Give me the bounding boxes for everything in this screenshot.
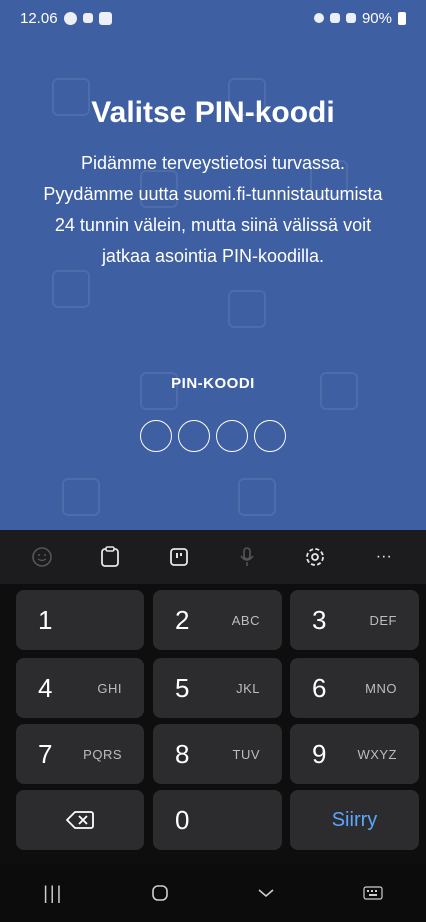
pin-digit-slot bbox=[140, 420, 172, 452]
pin-digit-slot bbox=[216, 420, 248, 452]
keyboard-switch-button[interactable] bbox=[353, 878, 393, 908]
key-6[interactable]: 6 MNO bbox=[290, 658, 419, 718]
pin-setup-screen: 12.06 90% Valitse PIN-koodi Pidämme terv… bbox=[0, 0, 426, 530]
key-digit: 7 bbox=[38, 738, 53, 769]
chevron-down-icon bbox=[258, 889, 274, 898]
key-7[interactable]: 7 PQRS bbox=[16, 724, 144, 784]
notification-icon bbox=[82, 13, 93, 23]
mute-icon bbox=[329, 13, 340, 23]
keyboard-icon bbox=[363, 886, 383, 900]
key-digit: 6 bbox=[312, 672, 327, 703]
settings-icon[interactable] bbox=[300, 542, 330, 572]
home-icon bbox=[151, 885, 168, 901]
key-letters: ABC bbox=[231, 612, 260, 628]
key-digit: 0 bbox=[175, 804, 190, 835]
home-button[interactable] bbox=[140, 878, 180, 908]
go-label: Siirry bbox=[331, 808, 378, 831]
key-letters: TUV bbox=[232, 746, 260, 762]
numeric-keypad: 1 2 ABC 3 DEF 4 GHI 5 JKL 6 MNO 7 PQRS 8… bbox=[0, 584, 426, 864]
key-2[interactable]: 2 ABC bbox=[153, 590, 282, 650]
back-button[interactable] bbox=[246, 878, 286, 908]
key-digit: 4 bbox=[38, 672, 53, 703]
key-letters: JKL bbox=[236, 680, 260, 696]
phone-screen: 12.06 90% Valitse PIN-koodi Pidämme terv… bbox=[0, 0, 426, 922]
key-letters: MNO bbox=[365, 680, 397, 696]
go-button[interactable]: Siirry bbox=[290, 790, 419, 850]
background-pattern-icon bbox=[52, 270, 90, 308]
key-digit: 1 bbox=[38, 604, 53, 635]
messenger-notification-icon bbox=[63, 11, 77, 25]
key-8[interactable]: 8 TUV bbox=[153, 724, 282, 784]
battery-icon bbox=[398, 11, 406, 25]
more-icon[interactable]: ··· bbox=[369, 542, 399, 572]
key-letters: PQRS bbox=[83, 746, 122, 762]
key-digit: 5 bbox=[175, 672, 190, 703]
pin-digit-slot bbox=[178, 420, 210, 452]
key-5[interactable]: 5 JKL bbox=[153, 658, 282, 718]
background-pattern-icon bbox=[62, 478, 100, 516]
key-9[interactable]: 9 WXYZ bbox=[290, 724, 419, 784]
gallery-notification-icon bbox=[98, 11, 112, 25]
pin-label: PIN-KOODI bbox=[171, 375, 255, 392]
background-pattern-icon bbox=[228, 290, 266, 328]
battery-percent: 90% bbox=[361, 9, 392, 27]
background-pattern-icon bbox=[238, 478, 276, 516]
key-1[interactable]: 1 bbox=[16, 590, 144, 650]
pin-digit-slot bbox=[254, 420, 286, 452]
emoji-icon[interactable] bbox=[27, 542, 57, 572]
sticker-icon[interactable] bbox=[164, 542, 194, 572]
page-title: Valitse PIN-koodi bbox=[91, 96, 335, 129]
backspace-icon bbox=[66, 811, 94, 829]
recents-icon: ||| bbox=[43, 882, 64, 903]
key-digit: 8 bbox=[175, 738, 190, 769]
key-letters: GHI bbox=[97, 680, 122, 696]
alarm-icon bbox=[313, 13, 324, 23]
key-letters: WXYZ bbox=[357, 746, 397, 762]
key-digit: 2 bbox=[175, 604, 190, 635]
key-digit: 3 bbox=[312, 604, 327, 635]
system-nav-bar: ||| bbox=[0, 864, 426, 922]
microphone-icon[interactable] bbox=[232, 542, 262, 572]
key-0[interactable]: 0 bbox=[153, 790, 282, 850]
key-4[interactable]: 4 GHI bbox=[16, 658, 144, 718]
status-bar: 12.06 90% bbox=[0, 0, 426, 36]
signal-icon bbox=[345, 13, 356, 23]
keyboard-toolbar: ··· bbox=[0, 530, 426, 584]
key-digit: 9 bbox=[312, 738, 327, 769]
backspace-button[interactable] bbox=[16, 790, 144, 850]
pin-input[interactable] bbox=[0, 420, 426, 452]
page-description: Pidämme terveystietosi turvassa. Pyydämm… bbox=[43, 153, 383, 266]
status-time: 12.06 bbox=[20, 9, 58, 27]
key-3[interactable]: 3 DEF bbox=[290, 590, 419, 650]
key-letters: DEF bbox=[369, 612, 397, 628]
clipboard-icon[interactable] bbox=[95, 542, 125, 572]
recents-button[interactable]: ||| bbox=[33, 878, 73, 908]
